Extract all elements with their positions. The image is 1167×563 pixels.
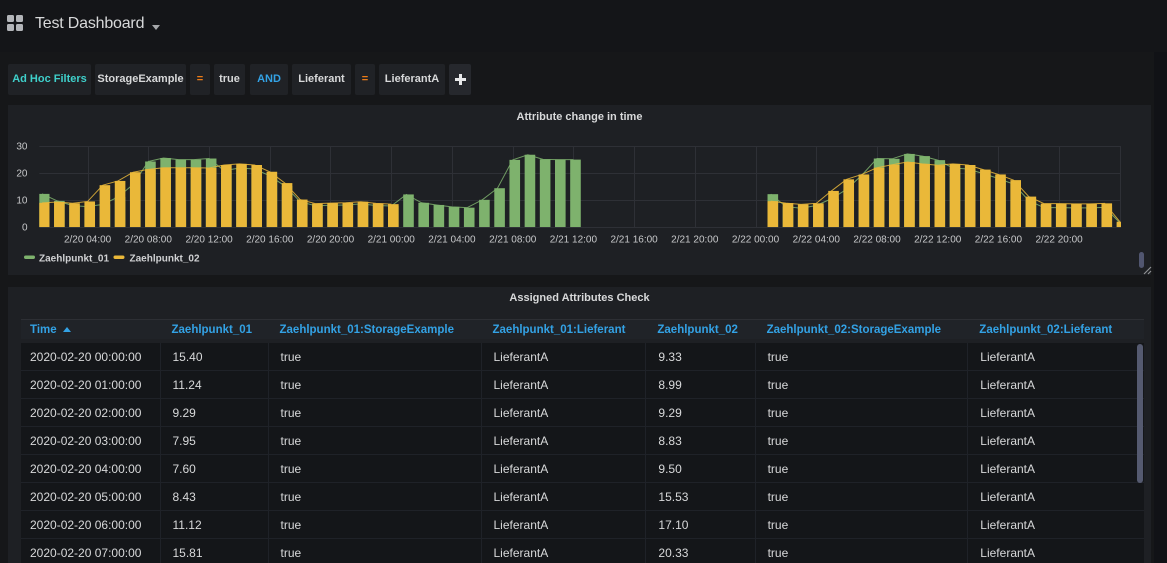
svg-text:30: 30 xyxy=(16,142,28,153)
svg-text:2/21 12:00: 2/21 12:00 xyxy=(550,235,598,246)
svg-text:Zaehlpunkt_01: Zaehlpunkt_01 xyxy=(39,254,109,265)
svg-text:2/21 16:00: 2/21 16:00 xyxy=(610,235,658,246)
svg-text:20: 20 xyxy=(16,169,28,180)
svg-text:2/22 04:00: 2/22 04:00 xyxy=(793,235,841,246)
svg-text:2/21 20:00: 2/21 20:00 xyxy=(671,235,719,246)
svg-text:2/21 04:00: 2/21 04:00 xyxy=(428,235,476,246)
svg-text:2/22 20:00: 2/22 20:00 xyxy=(1035,235,1083,246)
svg-text:2/20 04:00: 2/20 04:00 xyxy=(64,235,112,246)
svg-text:0: 0 xyxy=(22,223,28,234)
svg-text:2/20 20:00: 2/20 20:00 xyxy=(307,235,355,246)
svg-text:2/22 12:00: 2/22 12:00 xyxy=(914,235,962,246)
svg-text:2/21 08:00: 2/21 08:00 xyxy=(489,235,537,246)
svg-text:2/22 08:00: 2/22 08:00 xyxy=(853,235,901,246)
svg-text:10: 10 xyxy=(16,196,28,207)
svg-text:2/20 12:00: 2/20 12:00 xyxy=(185,235,233,246)
svg-text:Zaehlpunkt_02: Zaehlpunkt_02 xyxy=(130,254,200,265)
svg-text:2/21 00:00: 2/21 00:00 xyxy=(368,235,416,246)
svg-text:2/22 00:00: 2/22 00:00 xyxy=(732,235,780,246)
svg-text:2/22 16:00: 2/22 16:00 xyxy=(975,235,1023,246)
svg-text:2/20 08:00: 2/20 08:00 xyxy=(125,235,173,246)
svg-text:2/20 16:00: 2/20 16:00 xyxy=(246,235,294,246)
